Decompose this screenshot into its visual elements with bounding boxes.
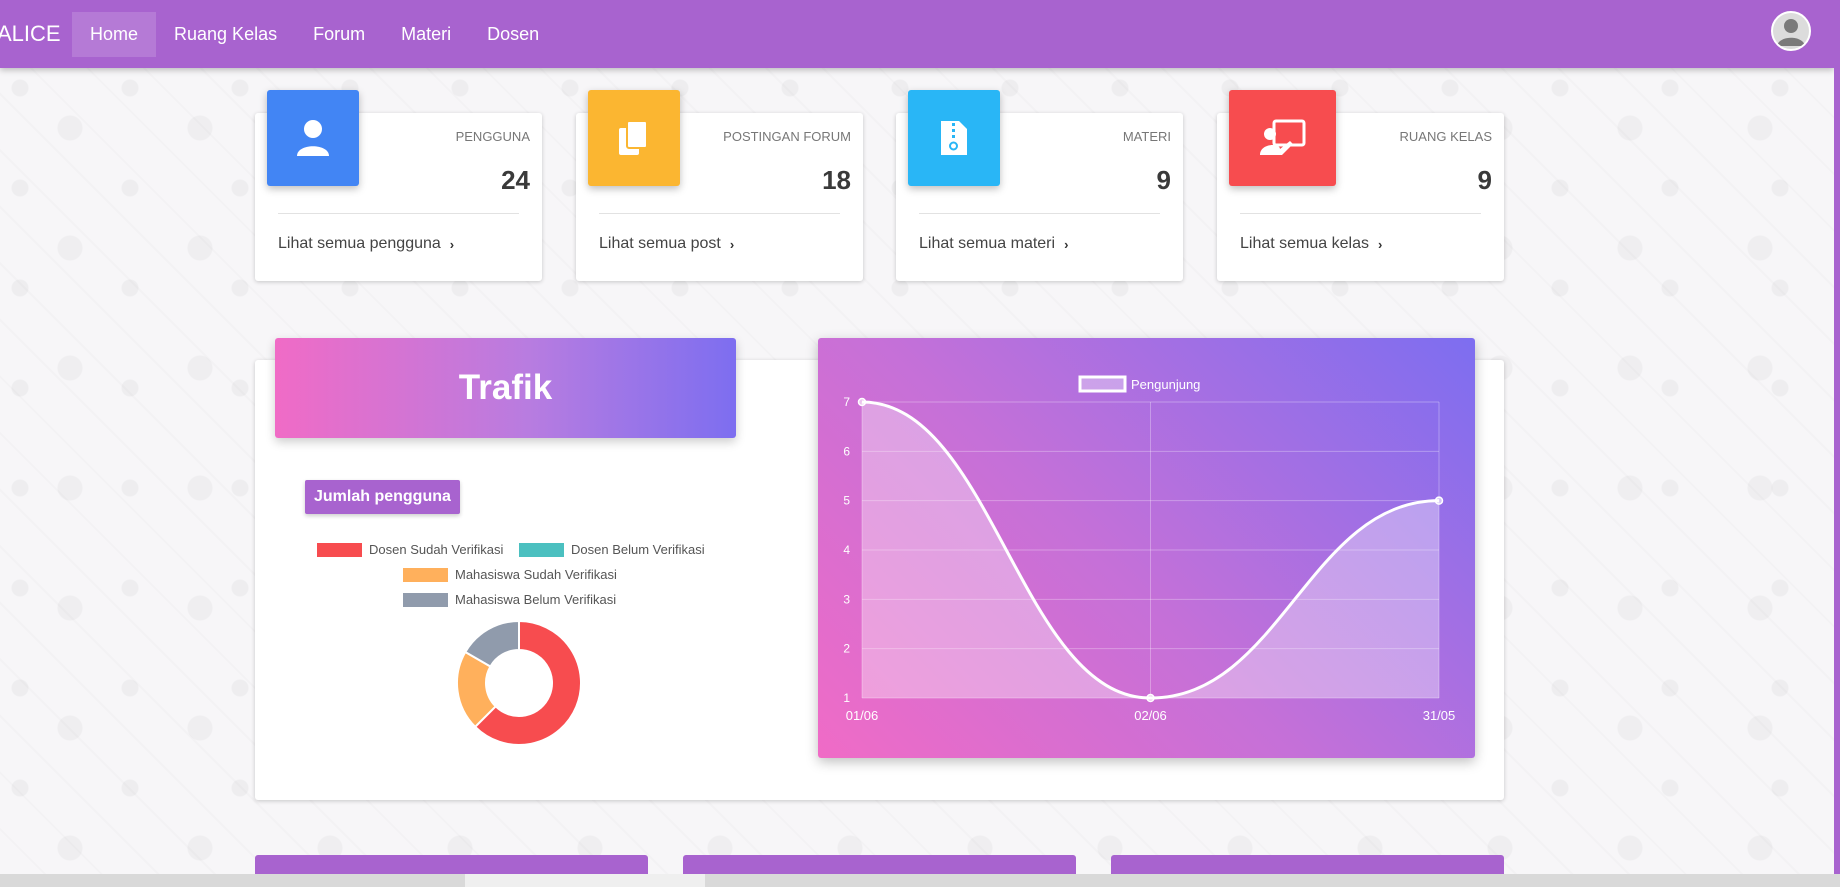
x-tick-label: 31/05 bbox=[1423, 708, 1456, 723]
chevron-right-icon: › bbox=[1064, 236, 1069, 252]
y-tick-label: 2 bbox=[843, 642, 850, 656]
user-donut-chart[interactable] bbox=[455, 619, 583, 747]
y-tick-label: 5 bbox=[843, 494, 850, 508]
donut-legend-item[interactable]: Mahasiswa Sudah Verifikasi bbox=[403, 567, 617, 582]
stat-category: RUANG KELAS bbox=[1399, 129, 1492, 144]
data-point[interactable] bbox=[857, 397, 867, 407]
visitor-line-chart-card: 1 2 3 4 5 6 7 01/06 02/06 31/05 Pengunjung bbox=[818, 338, 1475, 758]
stat-category: MATERI bbox=[1122, 129, 1171, 144]
x-tick-label: 01/06 bbox=[846, 708, 879, 723]
legend-label: Mahasiswa Belum Verifikasi bbox=[455, 592, 617, 607]
user-avatar-icon[interactable] bbox=[1771, 11, 1811, 51]
legend-swatch bbox=[403, 567, 448, 582]
stat-card-ruang-kelas: RUANG KELAS 9 Lihat semua kelas › bbox=[1217, 90, 1504, 281]
divider bbox=[599, 213, 840, 214]
data-point[interactable] bbox=[1434, 496, 1444, 505]
nav-ruang-kelas[interactable]: Ruang Kelas bbox=[156, 12, 295, 57]
divider bbox=[278, 213, 519, 214]
legend-label: Mahasiswa Sudah Verifikasi bbox=[455, 567, 617, 582]
scrollbar[interactable] bbox=[1834, 0, 1840, 887]
browser-taskbar bbox=[0, 874, 1840, 887]
view-all-kelas-link[interactable]: Lihat semua kelas › bbox=[1240, 235, 1382, 253]
legend-label: Dosen Belum Verifikasi bbox=[571, 542, 705, 557]
y-tick-label: 7 bbox=[843, 395, 850, 409]
donut-legend-item[interactable]: Mahasiswa Belum Verifikasi bbox=[403, 592, 616, 607]
stat-value: 9 bbox=[1477, 165, 1492, 195]
divider bbox=[1240, 213, 1481, 214]
nav-materi[interactable]: Materi bbox=[383, 12, 469, 57]
y-tick-label: 3 bbox=[843, 592, 850, 606]
top-navbar: ALICE Home Ruang Kelas Forum Materi Dose… bbox=[0, 0, 1834, 68]
taskbar-tab[interactable] bbox=[465, 874, 705, 887]
chevron-right-icon: › bbox=[449, 236, 455, 252]
brand-logo[interactable]: ALICE bbox=[0, 21, 72, 47]
link-label: Lihat semua pengguna bbox=[278, 235, 441, 252]
stat-category: POSTINGAN FORUM bbox=[723, 129, 851, 144]
view-all-materi-link[interactable]: Lihat semua materi › bbox=[919, 235, 1068, 253]
stat-card-materi: MATERI 9 Lihat semua materi › bbox=[896, 90, 1183, 281]
y-tick-label: 1 bbox=[843, 691, 850, 705]
legend-swatch bbox=[519, 542, 564, 557]
stat-card-pengguna: PENGGUNA 24 Lihat semua pengguna › bbox=[255, 90, 542, 281]
link-label: Lihat semua materi bbox=[919, 235, 1056, 252]
chalkboard-teacher-icon bbox=[1229, 90, 1336, 186]
legend-swatch bbox=[403, 592, 448, 607]
chevron-right-icon: › bbox=[1377, 236, 1383, 252]
link-label: Lihat semua post bbox=[599, 235, 721, 252]
file-zip-icon bbox=[908, 90, 1000, 186]
traffic-title: Trafik bbox=[275, 338, 736, 438]
y-tick-label: 4 bbox=[843, 543, 850, 557]
view-all-pengguna-link[interactable]: Lihat semua pengguna › bbox=[278, 235, 454, 253]
divider bbox=[919, 213, 1160, 214]
legend-swatch[interactable] bbox=[1078, 375, 1127, 393]
donut-legend-item[interactable]: Dosen Belum Verifikasi bbox=[519, 542, 705, 557]
stat-card-postingan-forum: POSTINGAN FORUM 18 Lihat semua post › bbox=[576, 90, 863, 281]
x-tick-label: 02/06 bbox=[1134, 708, 1167, 723]
user-count-badge: Jumlah pengguna bbox=[305, 480, 460, 514]
nav-forum[interactable]: Forum bbox=[295, 12, 383, 57]
link-label: Lihat semua kelas bbox=[1240, 235, 1369, 252]
nav-dosen[interactable]: Dosen bbox=[469, 12, 557, 57]
stat-value: 9 bbox=[1156, 165, 1171, 195]
visitor-line-chart[interactable]: 1 2 3 4 5 6 7 01/06 02/06 31/05 Pengunjung bbox=[818, 338, 1475, 758]
legend-swatch bbox=[317, 542, 362, 557]
legend-label: Dosen Sudah Verifikasi bbox=[369, 542, 504, 557]
stat-value: 24 bbox=[501, 165, 530, 195]
stat-category: PENGGUNA bbox=[455, 129, 530, 144]
data-point[interactable] bbox=[1146, 693, 1155, 703]
nav-home[interactable]: Home bbox=[72, 11, 157, 57]
y-tick-label: 6 bbox=[843, 444, 850, 458]
legend-label[interactable]: Pengunjung bbox=[1131, 377, 1200, 392]
copy-icon bbox=[588, 90, 680, 186]
stat-value: 18 bbox=[822, 165, 851, 195]
user-icon bbox=[267, 90, 359, 186]
view-all-post-link[interactable]: Lihat semua post › bbox=[599, 235, 734, 253]
chevron-right-icon: › bbox=[729, 236, 735, 252]
donut-legend-item[interactable]: Dosen Sudah Verifikasi bbox=[317, 542, 503, 557]
